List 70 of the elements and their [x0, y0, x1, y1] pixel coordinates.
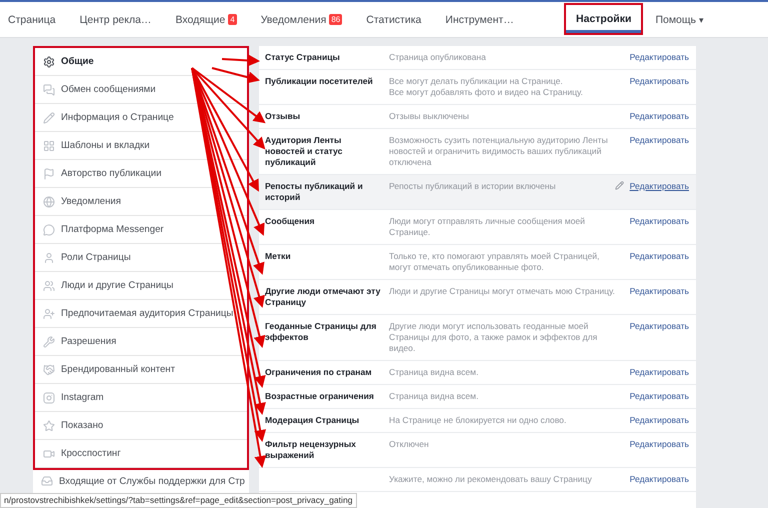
nav-tab[interactable]: Входящие 4 [175, 2, 237, 37]
setting-label: Сообщения [265, 216, 316, 228]
setting-label: Геоданные Страницы для эффектов [265, 321, 378, 344]
setting-description: Отключен [389, 439, 430, 451]
speech-bubble-icon [43, 224, 55, 236]
setting-description: Укажите, можно ли рекомендовать вашу Страницу [389, 474, 593, 485]
setting-description: Только те, кто помогают управлять моей Страницей, могут отмечать опубликованные фото. [389, 251, 600, 273]
setting-label: Возрастные ограничения [265, 391, 375, 402]
camera-icon [43, 392, 55, 404]
person-plus-icon [43, 308, 55, 320]
nav-tab[interactable]: Страница [8, 2, 56, 37]
setting-label: Ограничения по странам [265, 367, 373, 378]
pencil-icon [614, 181, 624, 190]
globe-icon [43, 196, 55, 208]
caret-icon: ▾ [699, 14, 704, 24]
pencil-icon [43, 112, 55, 124]
edit-link[interactable]: Редактировать [630, 321, 689, 332]
setting-description: Страница видна всем. [389, 367, 480, 378]
edit-link[interactable]: Редактировать [630, 216, 689, 227]
setting-description: Страница опубликована [389, 52, 487, 63]
setting-label: Метки [265, 251, 292, 263]
setting-label: Другие люди отмечают эту Страницу [265, 286, 382, 308]
count-badge: 4 [228, 14, 237, 25]
setting-label: Репосты публикаций и историй [265, 181, 364, 203]
gear-icon [43, 56, 55, 68]
setting-description: Страница видна всем. [389, 391, 480, 402]
nav-tab[interactable]: Центр рекла… [80, 2, 152, 37]
setting-label: Аудитория Ленты новостей и статус публикаций [265, 135, 344, 168]
setting-description: На Странице не блокируется ни одно слово. [389, 415, 568, 426]
nav-tab[interactable]: Помощь ▾ [655, 2, 704, 37]
chat-bubbles-icon [43, 84, 55, 96]
edit-link[interactable]: Редактировать [630, 251, 689, 262]
setting-description: Все могут делать публикации на Странице. Все могут добавлять фото и видео на Страницу. [389, 76, 584, 98]
edit-link[interactable]: Редактировать [630, 52, 689, 63]
setting-description: Отзывы выключены [389, 111, 470, 122]
video-camera-icon [43, 448, 55, 460]
handshake-icon [43, 364, 55, 376]
person-icon [43, 252, 55, 264]
setting-description: Люди и другие Страницы могут отмечать мою Страницу. [389, 286, 616, 298]
nav-tab[interactable]: Статистика [366, 2, 422, 37]
setting-label: Публикации посетителей [265, 76, 374, 88]
edit-link[interactable]: Редактировать [630, 111, 689, 122]
inbox-icon [41, 475, 53, 487]
people-icon [43, 280, 55, 292]
edit-link[interactable]: Редактировать [630, 415, 689, 426]
edit-link[interactable]: Редактировать [630, 474, 689, 485]
edit-link[interactable]: Редактировать [630, 367, 689, 378]
edit-link[interactable]: Редактировать [630, 135, 689, 146]
setting-label: Фильтр нецензурных выражений [265, 439, 357, 461]
edit-link[interactable]: Редактировать [630, 391, 689, 402]
link-url-status: n/prostovstrechibishkek/settings/?tab=settings&ref=page_edit&section=post_privacy_gating [0, 493, 357, 508]
setting-label: Модерация Страницы [265, 415, 360, 426]
setting-label: Отзывы [265, 111, 302, 122]
count-badge: 86 [329, 14, 342, 25]
edit-link[interactable]: Редактировать [630, 286, 689, 297]
nav-tab[interactable]: Уведомления 86 [260, 2, 342, 37]
edit-link[interactable]: Редактировать [630, 76, 689, 87]
nav-tab[interactable]: Настройки [564, 3, 644, 35]
setting-description: Другие люди могут использовать геоданные моей Страницы для фото, а также рамок и эффектов для видео. [389, 321, 598, 354]
edit-link[interactable]: Редактировать [630, 439, 689, 450]
nav-tab[interactable]: Инструмент… [445, 2, 514, 37]
flag-icon [43, 168, 55, 180]
edit-link[interactable]: Редактировать [630, 181, 689, 192]
wrench-icon [43, 336, 55, 348]
setting-label: Статус Страницы [265, 52, 341, 63]
grid-icon [43, 140, 55, 152]
setting-description: Возможность сузить потенциальную аудиторию Ленты новостей и ограничить видимость ваших публикаций отключена [389, 135, 609, 168]
star-icon [43, 420, 55, 432]
setting-description: Люди могут отправлять личные сообщения моей Странице. [389, 216, 586, 238]
setting-description: Репосты публикаций в истории включены [389, 181, 557, 193]
